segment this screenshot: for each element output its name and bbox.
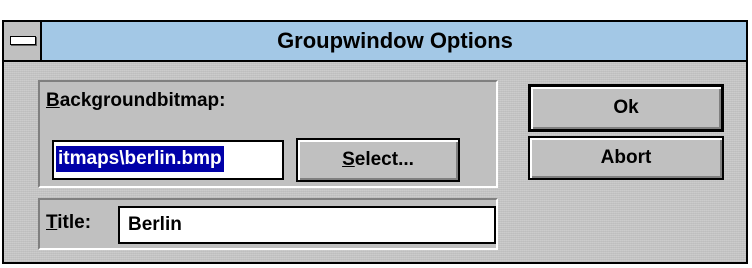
- window-title: Groupwindow Options: [277, 28, 513, 53]
- background-bitmap-input[interactable]: itmaps\berlin.bmp: [52, 140, 284, 180]
- background-bitmap-value: itmaps\berlin.bmp: [56, 146, 224, 172]
- ok-button-label: Ok: [613, 97, 639, 118]
- abort-button-label: Abort: [600, 147, 652, 168]
- groupwindow-options-dialog: Groupwindow Options Backgroundbitmap: it…: [2, 20, 748, 264]
- select-button[interactable]: Select...: [296, 138, 460, 182]
- system-menu-button[interactable]: [4, 22, 42, 60]
- title-group: Title: Berlin: [38, 198, 498, 250]
- ok-button[interactable]: Ok: [528, 84, 724, 132]
- title-value: Berlin: [128, 214, 182, 235]
- title-label: Title:: [46, 212, 91, 234]
- background-bitmap-label-mnemonic: B: [46, 90, 60, 111]
- background-bitmap-label-text: ackgroundbitmap:: [59, 90, 226, 111]
- title-label-text: itle:: [57, 212, 92, 233]
- background-bitmap-group: Backgroundbitmap: itmaps\berlin.bmp Sele…: [38, 80, 498, 188]
- title-label-mnemonic: T: [46, 212, 58, 233]
- title-bar[interactable]: Groupwindow Options: [4, 22, 746, 62]
- background-bitmap-label: Backgroundbitmap:: [46, 90, 225, 112]
- select-button-mnemonic: S: [342, 149, 355, 170]
- select-button-label: elect...: [354, 149, 414, 170]
- title-input[interactable]: Berlin: [118, 206, 496, 244]
- system-menu-icon: [10, 36, 36, 45]
- abort-button[interactable]: Abort: [528, 136, 724, 180]
